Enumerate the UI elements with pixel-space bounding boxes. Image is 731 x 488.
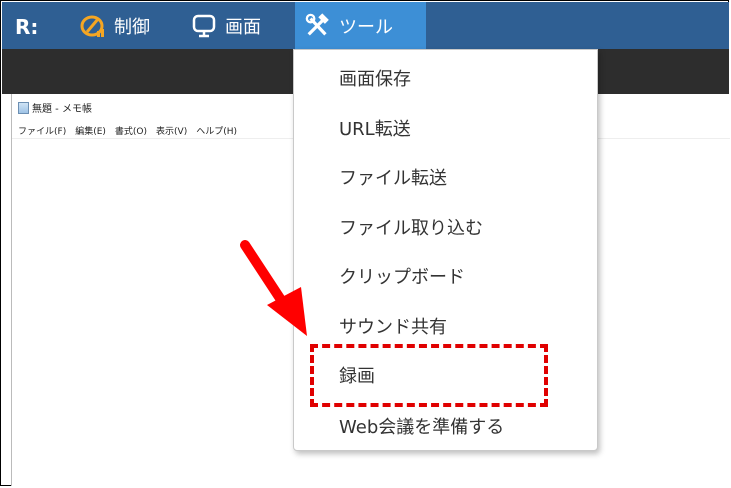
menu-item-sound-share[interactable]: サウンド共有 — [339, 313, 447, 339]
menu-screen[interactable]: 画面 — [185, 2, 267, 49]
notepad-title-bar: 無題 - メモ帳 — [18, 100, 92, 115]
menu-item-file-transfer[interactable]: ファイル転送 — [339, 164, 447, 190]
menu-control-label: 制御 — [114, 16, 150, 38]
notepad-menu-file[interactable]: ファイル(F) — [18, 124, 66, 137]
notepad-menu-bar: ファイル(F) 編集(E) 書式(O) 表示(V) ヘルプ(H) — [18, 124, 246, 137]
notepad-menu-format[interactable]: 書式(O) — [115, 124, 147, 137]
menu-tools[interactable]: ツール — [295, 2, 426, 49]
app-logo: R: — [15, 15, 39, 39]
top-toolbar: R: 制御 画面 ツール — [2, 2, 729, 49]
menu-item-file-import[interactable]: ファイル取り込む — [339, 214, 483, 240]
notepad-title: 無題 - メモ帳 — [32, 104, 92, 115]
menu-item-web-meeting[interactable]: Web会議を準備する — [339, 413, 504, 439]
red-arrow-icon — [240, 240, 307, 336]
control-icon — [80, 13, 106, 39]
notepad-icon — [18, 101, 29, 114]
notepad-menu-edit[interactable]: 編集(E) — [75, 124, 106, 137]
monitor-icon — [191, 13, 217, 39]
menu-item-clipboard[interactable]: クリップボード — [339, 263, 465, 289]
menu-control[interactable]: 制御 — [74, 2, 156, 49]
menu-screen-label: 画面 — [225, 16, 261, 38]
notepad-menu-view[interactable]: 表示(V) — [156, 124, 187, 137]
menu-item-url-transfer[interactable]: URL転送 — [339, 115, 411, 141]
menu-item-save-screen[interactable]: 画面保存 — [339, 65, 411, 91]
menu-tools-label: ツール — [339, 16, 393, 38]
tools-icon — [305, 12, 331, 39]
record-highlight-box — [310, 344, 548, 407]
screenshot-frame: R: 制御 画面 ツール 無題 - メモ帳 ファイル(F) 編集(E) 書式(O… — [0, 0, 730, 486]
notepad-menu-help[interactable]: ヘルプ(H) — [196, 124, 237, 137]
